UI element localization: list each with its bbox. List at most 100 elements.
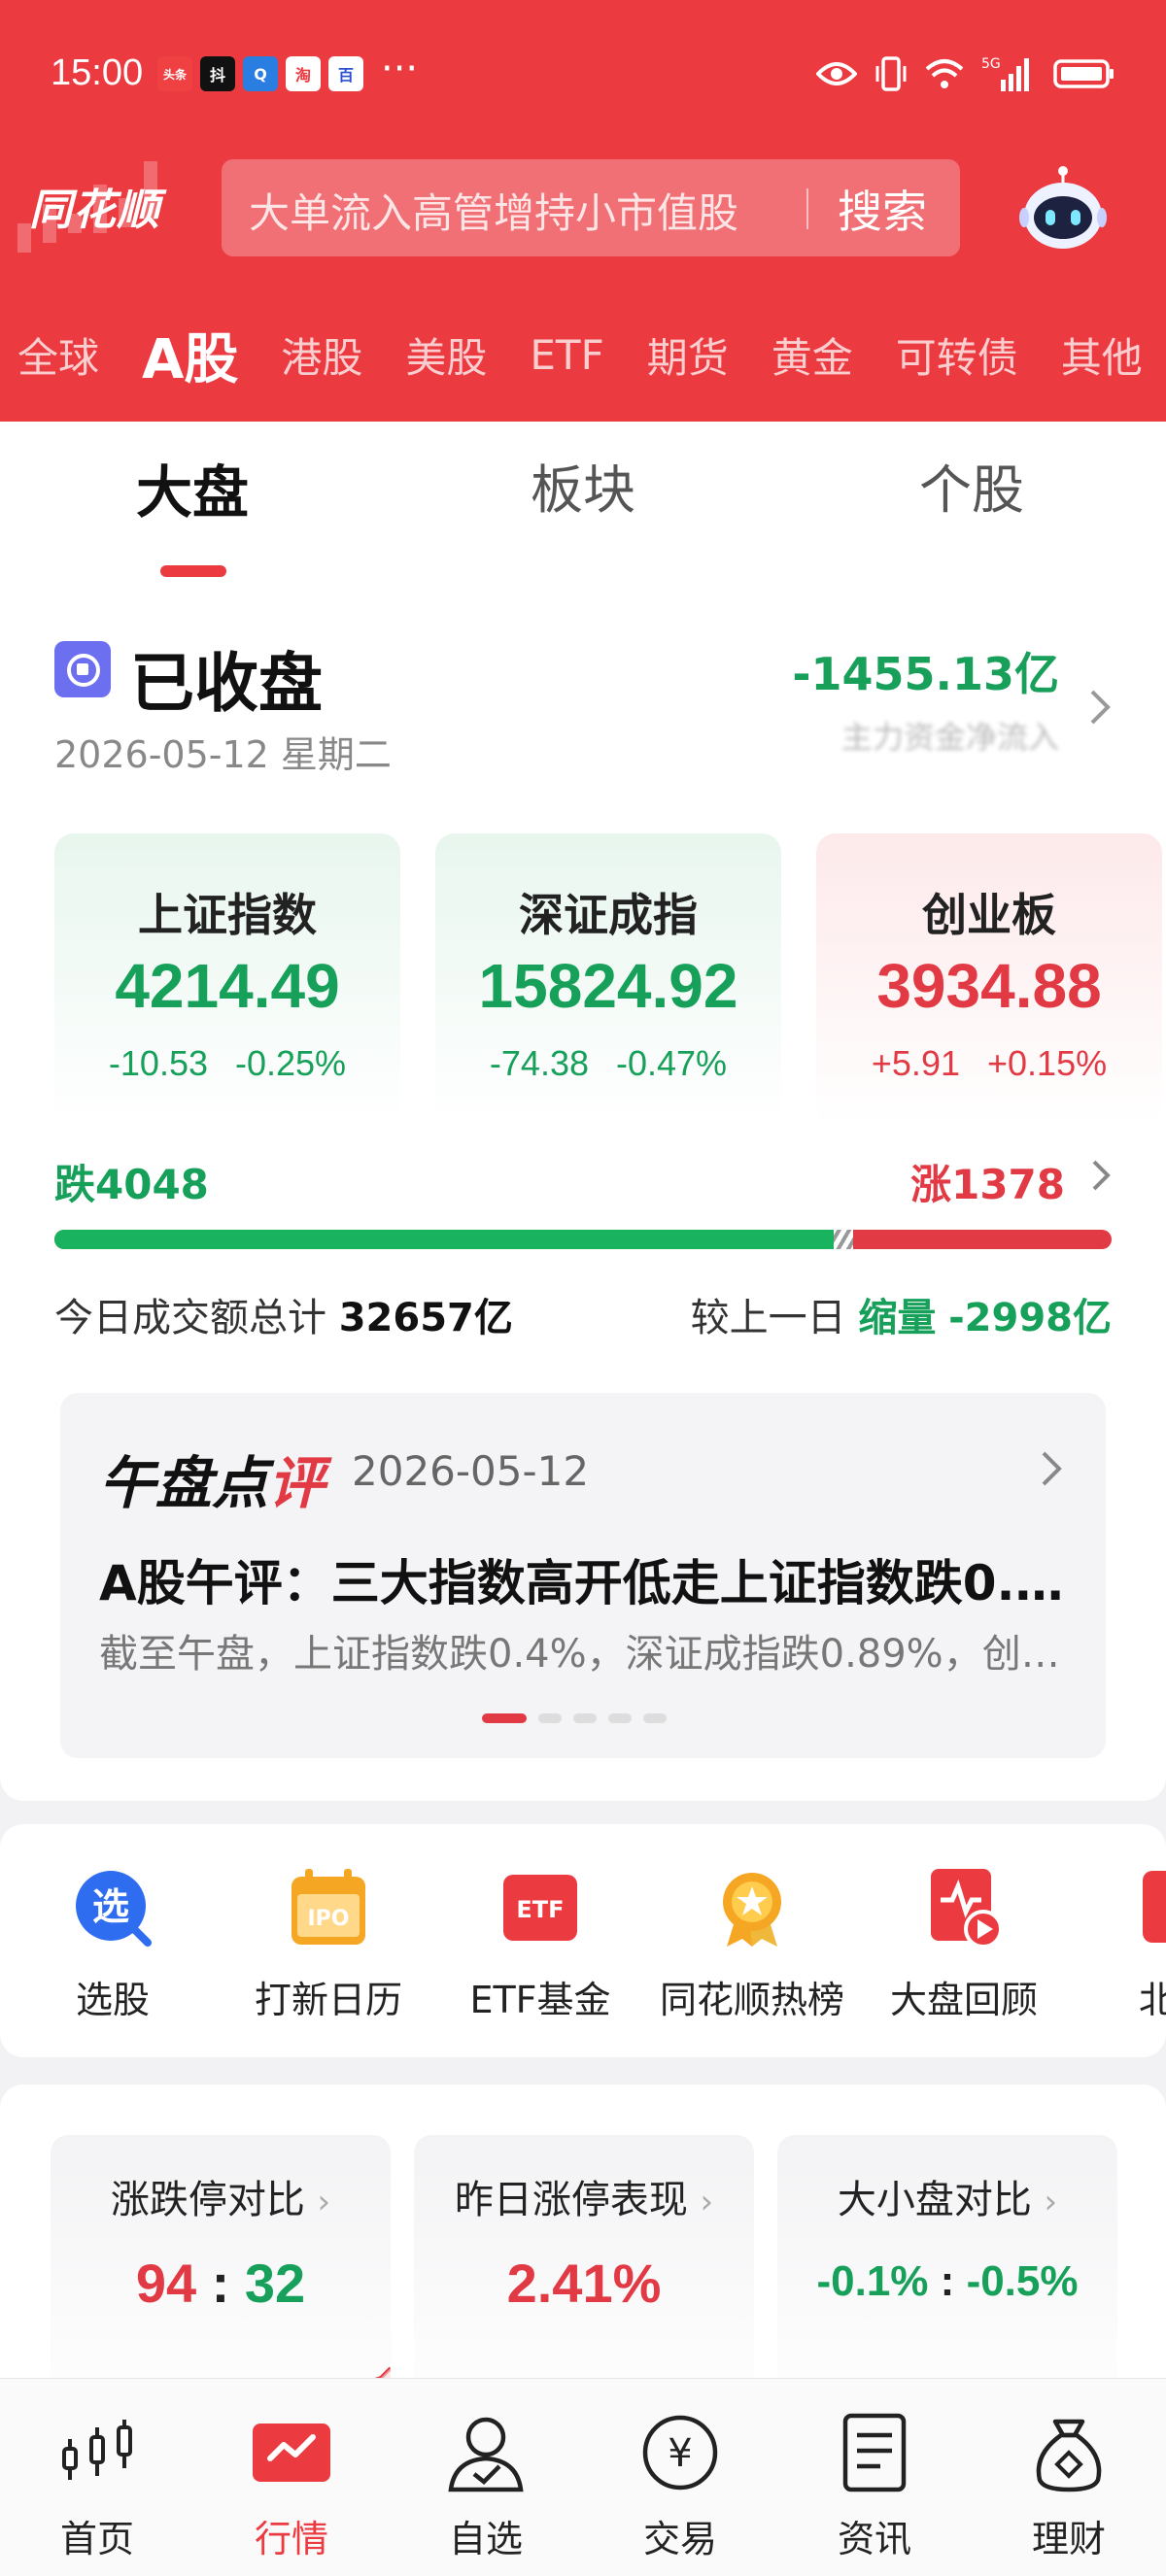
sub-tabs: 大盘 板块 个股 bbox=[0, 447, 1166, 577]
carousel-dot bbox=[608, 1713, 632, 1723]
net-flow-label: 主力资金净流入 bbox=[840, 719, 1059, 756]
chevron-right-icon bbox=[1090, 690, 1111, 725]
subtab-market[interactable]: 大盘 bbox=[136, 447, 249, 528]
shortcut-label: 同花顺热榜 bbox=[659, 1979, 844, 2021]
stat-separator: : bbox=[211, 2253, 230, 2314]
select-stock-icon: 选 bbox=[76, 1871, 152, 1947]
index-change-abs: +5.91 bbox=[871, 1043, 960, 1083]
noon-review-date: 2026-05-12 bbox=[352, 1447, 590, 1495]
taobao-icon: 淘 bbox=[286, 56, 321, 91]
watchlist-icon bbox=[448, 2417, 524, 2492]
bottom-nav: 首页 行情 自选 ¥ 交易 资讯 理财 bbox=[0, 2378, 1166, 2576]
carousel-indicator bbox=[482, 1713, 667, 1723]
notification-icons: 头条 抖 Q 淘 百 bbox=[157, 56, 363, 91]
bse-icon bbox=[1143, 1871, 1166, 1943]
carousel-dot bbox=[482, 1713, 527, 1723]
tab-us[interactable]: 美股 bbox=[405, 325, 487, 385]
shortcut-label: 大盘回顾 bbox=[889, 1979, 1038, 2021]
tab-hk[interactable]: 港股 bbox=[281, 325, 362, 385]
subtab-stock[interactable]: 个股 bbox=[919, 447, 1024, 524]
stat-separator: : bbox=[940, 2257, 955, 2305]
status-bar: 15:00 头条 抖 Q 淘 百 ··· 5G bbox=[0, 47, 1166, 105]
stat-value: 94 : 32 bbox=[51, 2252, 391, 2315]
shortcut-ipo-calendar[interactable]: IPO 打新日历 bbox=[222, 1867, 435, 2023]
index-change-pct: -0.25% bbox=[235, 1043, 347, 1083]
stat-title-text: 昨日涨停表现 bbox=[454, 2178, 688, 2222]
search-divider bbox=[806, 188, 808, 229]
search-button[interactable]: 搜索 bbox=[838, 177, 927, 241]
stat-title-text: 涨跌停对比 bbox=[110, 2178, 305, 2222]
nav-label: 自选 bbox=[448, 2518, 523, 2560]
shortcut-etf-fund[interactable]: ETF ETF基金 bbox=[433, 1867, 647, 2023]
index-change: +5.91 +0.15% bbox=[816, 1043, 1162, 1084]
shortcut-hot-list[interactable]: 同花顺热榜 bbox=[645, 1867, 859, 2023]
tab-a-share[interactable]: A股 bbox=[142, 316, 238, 394]
tab-futures[interactable]: 期货 bbox=[647, 325, 729, 385]
nav-news[interactable]: 资讯 bbox=[777, 2412, 972, 2562]
market-review-icon bbox=[931, 1869, 1003, 1949]
index-value: 4214.49 bbox=[115, 951, 340, 1021]
small-cap-change: -0.5% bbox=[966, 2257, 1079, 2305]
etf-fund-icon: ETF bbox=[503, 1875, 577, 1941]
nav-market[interactable]: 行情 bbox=[194, 2412, 389, 2562]
douyin-icon: 抖 bbox=[200, 56, 235, 91]
nav-label: 理财 bbox=[1031, 2518, 1106, 2560]
nav-watchlist[interactable]: 自选 bbox=[389, 2412, 583, 2562]
breadth-bar-fall bbox=[54, 1230, 843, 1249]
tab-global[interactable]: 全球 bbox=[17, 325, 99, 385]
shortcut-label: 北交 bbox=[1138, 1979, 1166, 2021]
chevron-right-icon: › bbox=[700, 2183, 714, 2221]
status-time: 15:00 bbox=[51, 52, 144, 93]
more-notifications-icon: ··· bbox=[381, 47, 419, 91]
nav-wealth[interactable]: 理财 bbox=[972, 2412, 1166, 2562]
turnover-compare-label: 较上一日 bbox=[690, 1296, 846, 1340]
large-cap-change: -0.1% bbox=[816, 2257, 929, 2305]
toutiao-icon: 头条 bbox=[157, 56, 192, 91]
qq-icon: Q bbox=[243, 56, 278, 91]
tab-etf[interactable]: ETF bbox=[530, 331, 603, 379]
tab-convertible[interactable]: 可转债 bbox=[896, 325, 1018, 385]
header: 15:00 头条 抖 Q 淘 百 ··· 5G 同花顺 大单流入高管增持小市值股 bbox=[0, 0, 1166, 422]
index-change: -10.53 -0.25% bbox=[54, 1043, 400, 1084]
index-card-sse[interactable]: 上证指数 4214.49 -10.53 -0.25% bbox=[54, 833, 400, 1125]
net-flow-value: -1455.13亿 bbox=[792, 648, 1059, 700]
nav-home[interactable]: 首页 bbox=[0, 2412, 194, 2562]
nav-label: 行情 bbox=[254, 2518, 328, 2560]
turnover-value: 32657亿 bbox=[338, 1296, 513, 1340]
robot-icon[interactable] bbox=[1016, 161, 1110, 254]
tab-other[interactable]: 其他 bbox=[1061, 325, 1143, 385]
shortcut-label: 打新日历 bbox=[254, 1979, 402, 2021]
turnover-compare: 较上一日 缩量 -2998亿 bbox=[691, 1286, 1112, 1342]
nav-label: 首页 bbox=[59, 2518, 134, 2560]
turnover-row: 今日成交额总计 32657亿 较上一日 缩量 -2998亿 bbox=[54, 1286, 1112, 1344]
chevron-right-icon bbox=[1042, 1451, 1062, 1486]
index-name: 深证成指 bbox=[519, 889, 698, 941]
home-icon bbox=[62, 2420, 132, 2480]
market-status-row[interactable]: 已收盘 2026-05-12 星期二 -1455.13亿 主力资金净流入 bbox=[0, 631, 1166, 777]
market-overview-card: 大盘 板块 个股 已收盘 2026-05-12 星期二 -1455.13亿 主力… bbox=[0, 422, 1166, 1801]
trade-icon: ¥ bbox=[642, 2415, 718, 2491]
market-breadth[interactable]: 跌4048 涨1378 bbox=[54, 1152, 1112, 1269]
shortcut-market-review[interactable]: 大盘回顾 bbox=[857, 1867, 1071, 2023]
index-change-pct: -0.47% bbox=[616, 1043, 728, 1083]
ipo-calendar-icon: IPO bbox=[292, 1869, 365, 1945]
carousel-dot bbox=[573, 1713, 597, 1723]
noon-review-card[interactable]: 午盘点评 2026-05-12 A股午评：三大指数高开低走上证指数跌0.4% 截… bbox=[60, 1393, 1106, 1758]
tab-gold[interactable]: 黄金 bbox=[772, 325, 853, 385]
turnover-label: 今日成交额总计 bbox=[54, 1296, 326, 1340]
shortcut-label: ETF基金 bbox=[469, 1979, 611, 2021]
shortcut-select-stock[interactable]: 选 选股 bbox=[6, 1867, 220, 2023]
turnover-compare-state: 缩量 bbox=[858, 1296, 937, 1340]
svg-text:¥: ¥ bbox=[668, 2431, 692, 2476]
index-card-szse[interactable]: 深证成指 15824.92 -74.38 -0.47% bbox=[435, 833, 781, 1125]
signal-icon: 5G bbox=[981, 56, 1029, 91]
search-box[interactable]: 大单流入高管增持小市值股 搜索 bbox=[222, 159, 960, 256]
noon-review-brand-main: 午盘点 bbox=[99, 1450, 269, 1516]
shortcut-bse[interactable]: 北交 bbox=[1069, 1867, 1166, 2023]
index-card-chinext[interactable]: 创业板 3934.88 +5.91 +0.15% bbox=[816, 833, 1162, 1125]
nav-trade[interactable]: ¥ 交易 bbox=[583, 2412, 777, 2562]
index-value: 15824.92 bbox=[478, 951, 738, 1021]
noon-review-summary: 截至午盘，上证指数跌0.4%，深证成指跌0.89%，创业板指 bbox=[99, 1632, 1071, 1677]
subtab-sector[interactable]: 板块 bbox=[531, 447, 635, 524]
eye-icon bbox=[816, 62, 857, 85]
